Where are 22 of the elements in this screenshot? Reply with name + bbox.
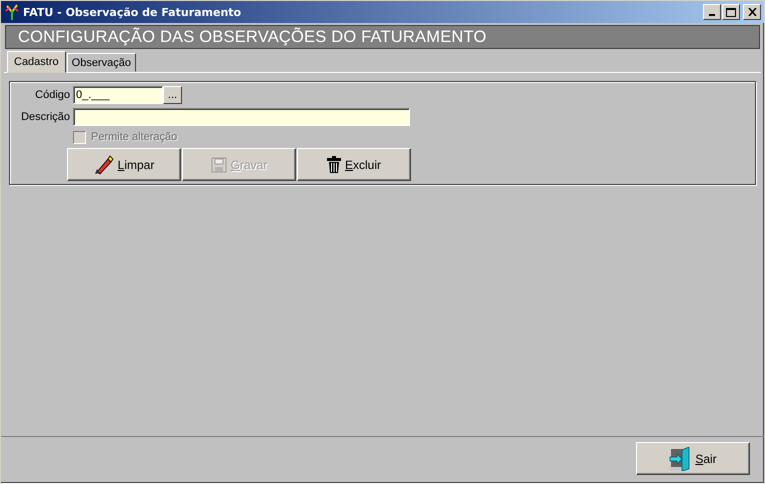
maximize-button[interactable]: [722, 4, 740, 20]
pencil-icon: [94, 154, 114, 174]
close-icon: [748, 8, 756, 16]
delete-button[interactable]: Excluir: [297, 148, 411, 181]
code-label: Código: [34, 89, 71, 101]
description-field[interactable]: [73, 108, 410, 126]
tab[interactable]: Cadastro: [7, 51, 66, 73]
description-label: Descrição: [20, 111, 71, 123]
maximize-icon: [726, 8, 736, 16]
clear-button[interactable]: Limpar: [67, 148, 181, 181]
window-title: FATU - Observação de Faturamento: [23, 6, 242, 18]
door-exit-icon: [669, 446, 692, 470]
tab[interactable]: Observação: [66, 53, 136, 72]
app-icon: [5, 4, 19, 20]
code-field[interactable]: 0_.___: [73, 86, 163, 104]
lookup-button[interactable]: ...: [163, 86, 182, 104]
trash-can-icon: [326, 156, 341, 173]
header-title: CONFIGURAÇÃO DAS OBSERVAÇÕES DO FATURAMENTO: [18, 28, 487, 46]
exit-button[interactable]: Sair: [636, 442, 750, 475]
checkbox-label: Permite alteração: [91, 131, 178, 143]
minimize-button[interactable]: [703, 4, 721, 20]
close-button[interactable]: [743, 4, 761, 20]
